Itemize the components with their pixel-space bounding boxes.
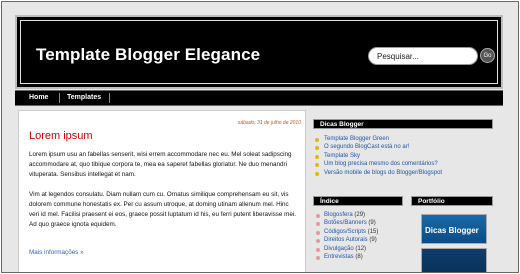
tips-list: Template Blogger Green O segundo BlogCas… <box>315 135 442 177</box>
bullet-icon <box>315 138 319 142</box>
bullet-icon <box>315 146 319 151</box>
post-paragraph: Lorem ipsum usu an fabellas senserit, wi… <box>29 151 292 178</box>
post-title[interactable]: Lorem ipsum <box>29 130 93 142</box>
main-content: sábado, 31 de julho de 2010 Lorem ipsum … <box>18 110 306 272</box>
header-inner-border: Template Blogger Elegance Go <box>20 20 498 84</box>
post-date: sábado, 31 de julho de 2010 <box>237 120 301 126</box>
list-item[interactable]: Entrevistas (8) <box>315 253 378 261</box>
blog-title[interactable]: Template Blogger Elegance <box>36 45 260 65</box>
nav-bar: Home Templates <box>15 90 503 106</box>
bullet-icon <box>315 163 319 168</box>
portfolio-widget-title: Portfólio <box>411 196 493 206</box>
search-input[interactable] <box>368 47 478 65</box>
bullet-icon <box>315 154 319 159</box>
nav-item-templates[interactable]: Templates <box>67 91 101 105</box>
list-item[interactable]: Divulgação (12) <box>315 245 378 253</box>
bullet-icon <box>316 214 320 218</box>
read-more-link[interactable]: Mais informações » <box>29 249 84 256</box>
search-go-button[interactable]: Go <box>480 48 495 63</box>
index-widget-title: Índice <box>313 196 403 206</box>
sidebar: Dicas Blogger Template Blogger Green O s… <box>313 110 503 272</box>
nav-separator <box>59 93 60 103</box>
bullet-icon <box>316 222 320 227</box>
blog-header: Template Blogger Elegance Go <box>15 15 503 89</box>
portfolio-thumbnail[interactable] <box>421 248 487 272</box>
bullet-icon <box>316 247 320 252</box>
list-item[interactable]: Blogosfera (29) <box>315 211 378 219</box>
portfolio-banner[interactable]: Dicas Blogger <box>421 214 487 244</box>
tips-widget-title: Dicas Blogger <box>313 119 493 129</box>
portfolio-banner-text: Dicas Blogger <box>425 226 479 235</box>
list-item[interactable]: Um blog precisa mesmo dos comentários? <box>315 160 442 168</box>
list-item[interactable]: Botões/Banners (9) <box>315 219 378 227</box>
list-item[interactable]: Códigos/Scripts (15) <box>315 228 378 236</box>
list-item[interactable]: Template Blogger Green <box>315 135 442 143</box>
bullet-icon <box>316 256 320 261</box>
list-item[interactable]: Versão mobile de blogs do Blogger/Blogsp… <box>315 169 442 177</box>
index-list: Blogosfera (29) Botões/Banners (9) Códig… <box>315 211 378 261</box>
bullet-icon <box>315 171 319 176</box>
list-item[interactable]: Direitos Autorais (9) <box>315 236 378 244</box>
nav-separator <box>109 93 110 103</box>
browser-frame: Template Blogger Elegance Go Home Templa… <box>1 1 519 273</box>
list-item[interactable]: O segundo BlogCast está no ar! <box>315 143 442 151</box>
nav-item-home[interactable]: Home <box>29 91 48 105</box>
post-paragraph: Vim at legendos consulatu. Diam nullam c… <box>29 191 297 228</box>
bullet-icon <box>316 230 320 235</box>
bullet-icon <box>316 239 320 244</box>
list-item[interactable]: Template Sky <box>315 152 442 160</box>
